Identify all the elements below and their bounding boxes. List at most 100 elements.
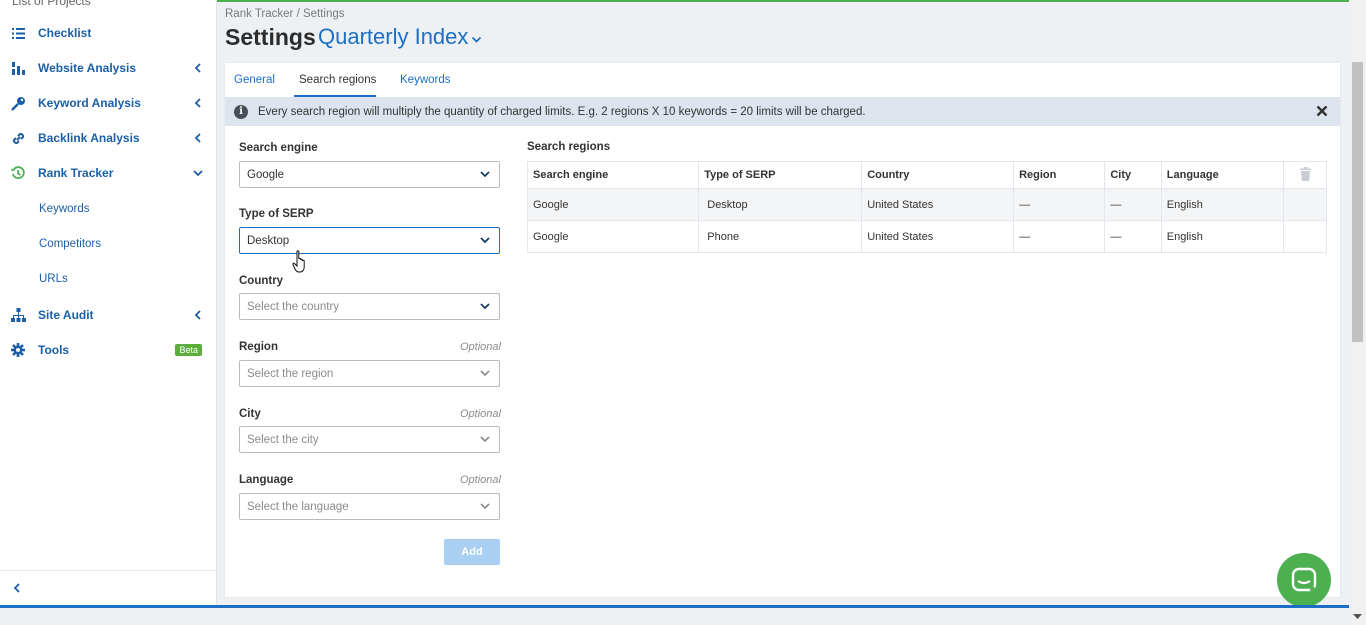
sidebar: List of Projects Checklist Website Analy… [0, 0, 217, 607]
chevron-down-icon [480, 171, 490, 178]
collapse-sidebar-icon[interactable] [11, 582, 23, 594]
chevron-left-icon [194, 63, 201, 73]
sidebar-item-projects-cut[interactable]: List of Projects [12, 0, 91, 8]
city-placeholder: Select the city [247, 433, 319, 446]
table-cell-text: Desktop [707, 198, 748, 211]
column-header: City [1104, 161, 1162, 189]
info-text: Every search region will multiply the qu… [258, 105, 866, 118]
sidebar-item-label: Website Analysis [38, 61, 137, 75]
sidebar-item-checklist[interactable]: Checklist [0, 16, 216, 50]
table-cell: Google [526, 220, 700, 253]
history-icon [10, 165, 26, 181]
region-select[interactable]: Select the region [239, 360, 500, 387]
tab-bar: General Search regions Keywords [225, 63, 1340, 97]
info-banner: i Every search region will multiply the … [225, 97, 1340, 126]
chevron-down-icon [480, 370, 490, 377]
column-header: Language [1160, 161, 1285, 189]
beta-badge: Beta [175, 344, 202, 356]
search-regions-table: Search engine Type of SERP Country Regio… [526, 161, 1327, 253]
sidebar-item-site-audit[interactable]: Site Audit [0, 298, 216, 332]
sidebar-item-label: Backlink Analysis [38, 131, 140, 145]
sidebar-subitem-competitors[interactable]: Competitors [39, 238, 101, 250]
info-icon: i [234, 104, 248, 119]
sidebar-item-tools[interactable]: Tools Beta [0, 333, 216, 367]
table-cell: Desktop [698, 188, 863, 221]
link-icon [10, 130, 26, 146]
column-header: Type of SERP [698, 161, 863, 189]
sidebar-subitem-urls[interactable]: URLs [39, 273, 68, 285]
sidebar-subitem-keywords[interactable]: Keywords [39, 203, 90, 215]
sidebar-item-label: Rank Tracker [38, 166, 114, 180]
table-cell: — [1013, 188, 1106, 221]
list-icon [10, 25, 26, 41]
chevron-down-icon [472, 36, 482, 43]
chevron-down-icon [480, 237, 490, 244]
sidebar-item-rank-tracker[interactable]: Rank Tracker [0, 156, 216, 190]
column-header: Region [1013, 161, 1106, 189]
chevron-left-icon [194, 133, 201, 143]
city-optional-label: Optional [460, 408, 501, 420]
scrollbar-thumb[interactable] [1352, 62, 1363, 342]
table-cell: English [1160, 188, 1285, 221]
project-name: Quarterly Index [318, 24, 469, 49]
sidebar-item-label: Keyword Analysis [38, 96, 141, 110]
table-row[interactable]: Google Phone United States — — English [526, 220, 1327, 253]
sidebar-item-label: List of Projects [12, 0, 91, 8]
page-scrollbar[interactable] [1349, 0, 1366, 625]
sidebar-item-label: Site Audit [38, 308, 94, 322]
delete-all-cell [1283, 161, 1327, 189]
table-cell: English [1160, 220, 1285, 253]
region-placeholder: Select the region [247, 367, 334, 380]
tab-search-regions[interactable]: Search regions [299, 74, 376, 86]
language-select[interactable]: Select the language [239, 493, 500, 520]
chat-icon [1291, 567, 1317, 592]
table-cell: United States [861, 220, 1015, 253]
table-cell: Phone [698, 220, 863, 253]
sidebar-item-label: Tools [38, 343, 70, 357]
sitemap-icon [10, 307, 26, 323]
project-selector[interactable]: Quarterly Index [318, 24, 482, 50]
column-header: Search engine [526, 161, 700, 189]
table-cell: — [1104, 220, 1162, 253]
sidebar-item-website-analysis[interactable]: Website Analysis [0, 51, 216, 85]
breadcrumb: Rank Tracker / Settings [225, 8, 345, 20]
serp-type-select[interactable]: Desktop [239, 227, 500, 254]
region-label: Region [239, 341, 278, 353]
add-button[interactable]: Add [444, 539, 500, 565]
language-label: Language [239, 474, 294, 486]
table-cell [1283, 220, 1327, 253]
city-select[interactable]: Select the city [239, 426, 500, 453]
chevron-down-icon [480, 303, 490, 310]
tab-general[interactable]: General [234, 74, 275, 86]
chevron-down-icon [193, 170, 203, 177]
column-header: Country [861, 161, 1015, 189]
serp-type-label: Type of SERP [239, 208, 314, 220]
bottom-accent-line [0, 605, 1349, 608]
table-cell: — [1013, 220, 1106, 253]
region-optional-label: Optional [460, 341, 501, 353]
table-cell: Google [526, 188, 700, 221]
chevron-left-icon [194, 310, 201, 320]
page-title: Settings [225, 24, 316, 50]
country-label: Country [239, 275, 284, 287]
close-icon[interactable] [1316, 105, 1328, 117]
tab-keywords[interactable]: Keywords [400, 74, 451, 86]
chart-icon [10, 60, 26, 76]
hand-cursor-icon [292, 250, 305, 273]
table-cell: — [1104, 188, 1162, 221]
country-select[interactable]: Select the country [239, 293, 500, 320]
search-engine-label: Search engine [239, 142, 318, 154]
serp-type-value: Desktop [247, 234, 290, 247]
trash-icon[interactable] [1299, 166, 1311, 181]
gear-icon [10, 342, 26, 358]
scroll-down-icon[interactable] [1353, 614, 1362, 620]
sidebar-item-backlink-analysis[interactable]: Backlink Analysis [0, 121, 216, 155]
table-cell [1283, 188, 1327, 221]
chat-widget-button[interactable] [1277, 553, 1331, 607]
search-engine-select[interactable]: Google [239, 161, 500, 188]
table-row[interactable]: Google Desktop United States — — English [526, 188, 1327, 221]
language-placeholder: Select the language [247, 500, 349, 513]
chevron-left-icon [194, 98, 201, 108]
sidebar-item-keyword-analysis[interactable]: Keyword Analysis [0, 86, 216, 120]
settings-card: General Search regions Keywords i Every … [225, 63, 1340, 597]
